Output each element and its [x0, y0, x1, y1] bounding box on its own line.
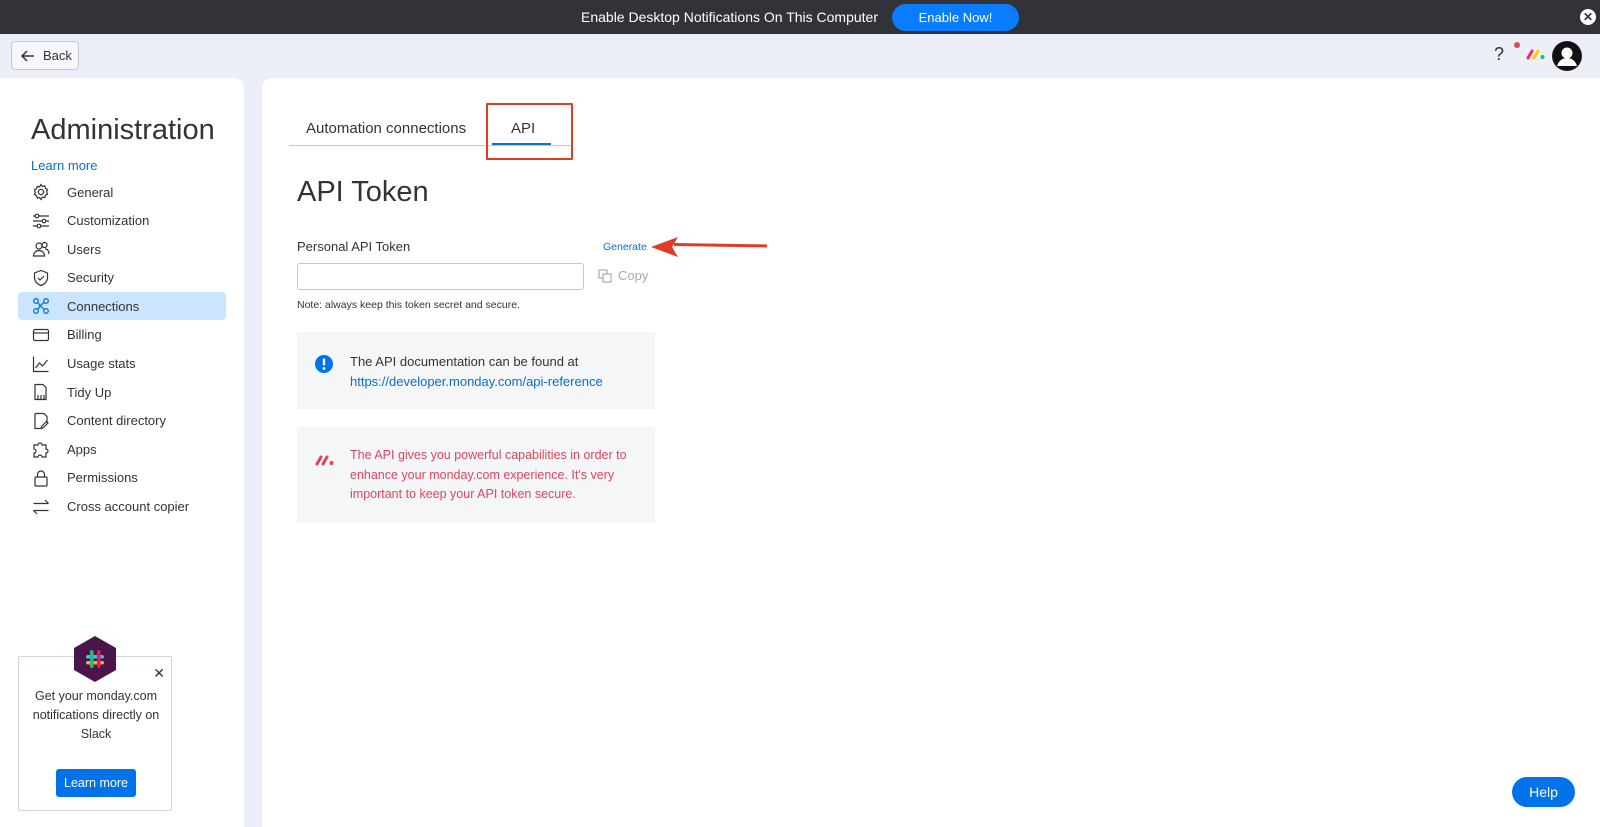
copy-icon: [598, 268, 612, 283]
copy-label: Copy: [618, 268, 649, 283]
api-docs-intro: The API documentation can be found at: [350, 354, 579, 369]
sidebar-item-label: Users: [67, 241, 101, 257]
sidebar-item-usage-stats[interactable]: Usage stats: [18, 350, 226, 378]
tab-api[interactable]: API: [511, 120, 535, 137]
banner-text: Enable Desktop Notifications On This Com…: [581, 9, 878, 25]
credit-card-icon: [32, 326, 50, 344]
puzzle-icon: [32, 440, 50, 458]
monday-logo-icon: [1526, 49, 1545, 60]
api-docs-text: The API documentation can be found at ht…: [350, 352, 603, 392]
sidebar-item-connections[interactable]: Connections: [18, 292, 226, 321]
help-icon[interactable]: ?: [1494, 44, 1504, 65]
close-icon[interactable]: ✕: [153, 665, 165, 682]
back-label: Back: [43, 48, 72, 63]
back-button[interactable]: Back: [11, 41, 79, 70]
sidebar-item-label: Usage stats: [67, 356, 136, 372]
sidebar-item-label: Apps: [67, 441, 97, 457]
sidebar-nav: General Customization Users Security Con…: [18, 178, 226, 521]
api-docs-info-box: The API documentation can be found at ht…: [297, 332, 655, 409]
slack-icon: [74, 636, 116, 682]
close-icon[interactable]: ✕: [1580, 9, 1596, 25]
shield-icon: [32, 269, 50, 287]
lock-icon: [32, 469, 50, 487]
token-label: Personal API Token: [297, 239, 411, 254]
sidebar-item-label: Billing: [67, 327, 102, 343]
notification-banner: Enable Desktop Notifications On This Com…: [0, 0, 1600, 34]
enable-notifications-button[interactable]: Enable Now!: [892, 3, 1019, 31]
copy-button[interactable]: Copy: [598, 268, 648, 283]
api-warning-text: The API gives you powerful capabilities …: [350, 448, 627, 501]
sidebar-item-content-directory[interactable]: Content directory: [18, 407, 226, 435]
tab-automation-connections[interactable]: Automation connections: [306, 120, 466, 137]
sidebar-item-cross-account-copier[interactable]: Cross account copier: [18, 493, 226, 521]
users-icon: [32, 240, 50, 258]
sidebar-item-customization[interactable]: Customization: [18, 207, 226, 235]
info-icon: [315, 355, 333, 373]
user-avatar[interactable]: [1552, 41, 1582, 71]
help-button[interactable]: Help: [1512, 777, 1575, 807]
gear-icon: [32, 183, 50, 201]
person-icon: [1553, 42, 1581, 70]
token-note: Note: always keep this token secret and …: [297, 299, 520, 311]
sidebar-item-label: Content directory: [67, 413, 166, 429]
sidebar-title: Administration: [31, 114, 215, 146]
chart-icon: [32, 355, 50, 373]
slack-promo-card: ✕ Get your monday.com notifications dire…: [18, 636, 172, 811]
learn-more-link[interactable]: Learn more: [31, 158, 97, 173]
swap-arrows-icon: [32, 498, 50, 516]
api-docs-link[interactable]: https://developer.monday.com/api-referen…: [350, 372, 603, 392]
api-token-input[interactable]: [297, 263, 584, 290]
sidebar-item-general[interactable]: General: [18, 178, 226, 206]
arrow-left-icon: [21, 49, 34, 62]
sidebar-item-users[interactable]: Users: [18, 235, 226, 263]
document-icon: [32, 412, 50, 430]
slack-promo-text: Get your monday.com notifications direct…: [32, 689, 160, 741]
sidebar-item-permissions[interactable]: Permissions: [18, 464, 226, 492]
sidebar-item-label: Tidy Up: [67, 384, 112, 400]
annotation-arrow-icon: [651, 237, 768, 257]
page-title: API Token: [297, 176, 429, 208]
notification-dot: [1514, 42, 1520, 48]
sidebar-item-billing[interactable]: Billing: [18, 321, 226, 349]
sidebar-item-tidy-up[interactable]: Tidy Up: [18, 378, 226, 406]
active-tab-indicator: [492, 143, 551, 145]
connections-icon: [32, 297, 50, 315]
sidebar-item-security[interactable]: Security: [18, 264, 226, 292]
sidebar-item-label: Cross account copier: [67, 499, 190, 515]
sidebar-item-label: Security: [67, 270, 114, 286]
sidebar-item-apps[interactable]: Apps: [18, 435, 226, 463]
broom-icon: [32, 383, 50, 401]
api-warning-box: The API gives you powerful capabilities …: [297, 427, 655, 523]
sidebar-item-label: Customization: [67, 213, 150, 229]
sidebar-item-label: Connections: [67, 298, 140, 314]
slack-learn-more-button[interactable]: Learn more: [56, 769, 136, 797]
monday-logo-icon: [315, 455, 334, 466]
sidebar-item-label: Permissions: [67, 470, 138, 486]
sidebar-item-label: General: [67, 184, 114, 200]
sliders-icon: [32, 212, 50, 230]
generate-link[interactable]: Generate: [603, 241, 647, 253]
